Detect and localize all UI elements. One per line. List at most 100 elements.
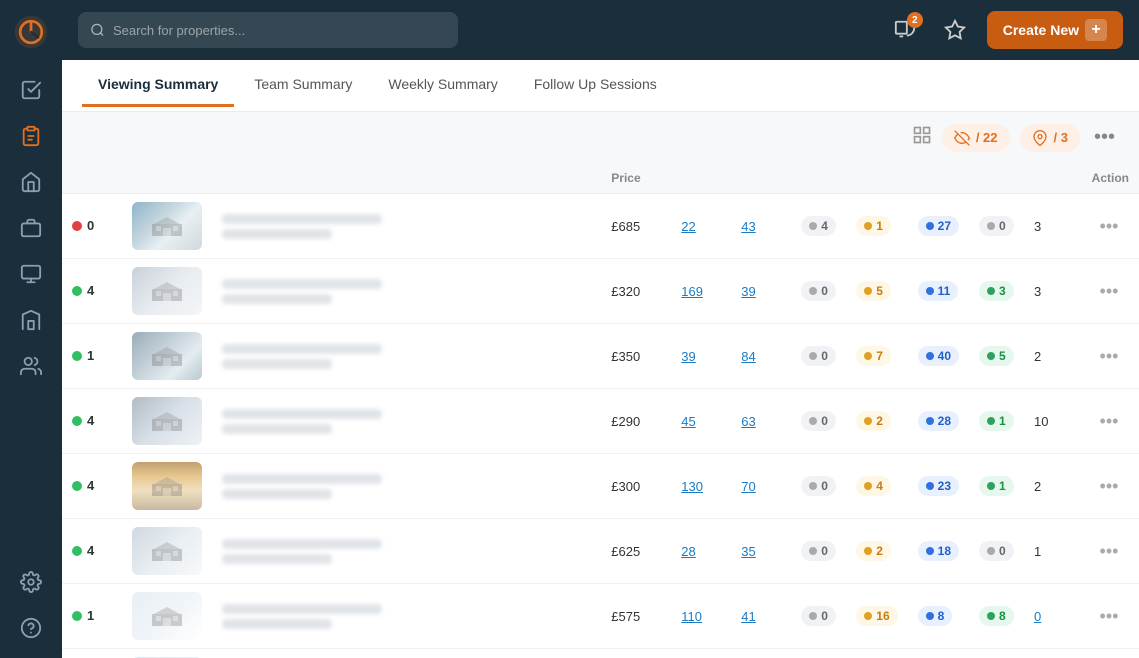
price-cell: £350: [601, 324, 671, 389]
property-image: [132, 332, 202, 380]
row-action-menu[interactable]: •••: [1089, 472, 1129, 501]
count-chip-1: 0: [801, 606, 836, 626]
table-row: 4 £32016939 0 5 11 3 3•••: [62, 259, 1139, 324]
count-chip-1: 0: [801, 541, 836, 561]
row-action-menu[interactable]: •••: [1089, 277, 1129, 306]
stat-n1[interactable]: 0: [1034, 609, 1041, 624]
property-address: [222, 344, 591, 369]
row-action-menu[interactable]: •••: [1089, 602, 1129, 631]
view-count-2[interactable]: 43: [741, 219, 755, 234]
chip-dot-3: [926, 547, 934, 555]
sidebar-item-home[interactable]: [11, 162, 51, 202]
create-plus-icon: +: [1085, 19, 1107, 41]
chip-dot-4: [987, 547, 995, 555]
sidebar-item-monitor[interactable]: [11, 254, 51, 294]
address-line-1: [222, 604, 382, 614]
view-count-2[interactable]: 84: [741, 349, 755, 364]
status-indicator: [72, 481, 82, 491]
sidebar-item-help[interactable]: [11, 608, 51, 648]
toolbar-more-button[interactable]: •••: [1090, 122, 1119, 153]
address-line-1: [222, 539, 382, 549]
sidebar-item-building[interactable]: [11, 300, 51, 340]
view-count-2[interactable]: 39: [741, 284, 755, 299]
view-count-2[interactable]: 63: [741, 414, 755, 429]
chip-dot-4: [987, 352, 995, 360]
view-count-1[interactable]: 169: [681, 284, 703, 299]
chip-dot-4: [987, 612, 995, 620]
view-count-1[interactable]: 22: [681, 219, 695, 234]
chip-dot-3: [926, 482, 934, 490]
search-input[interactable]: [113, 23, 446, 38]
price-cell: £450: [601, 649, 671, 658]
sidebar-item-briefcase[interactable]: [11, 208, 51, 248]
view-count-2[interactable]: 41: [741, 609, 755, 624]
price-cell: £300: [601, 454, 671, 519]
sidebar: [0, 0, 62, 658]
tab-team-summary[interactable]: Team Summary: [238, 64, 368, 107]
view-count-1[interactable]: 45: [681, 414, 695, 429]
create-new-button[interactable]: Create New +: [987, 11, 1123, 49]
layout-toggle-icon[interactable]: [912, 125, 932, 150]
address-line-1: [222, 279, 382, 289]
content-area: Viewing Summary Team Summary Weekly Summ…: [62, 60, 1139, 658]
chip-dot-4: [987, 222, 995, 230]
count-chip-4: 0: [979, 216, 1014, 236]
pin-filter-button[interactable]: / 3: [1020, 124, 1080, 152]
favorites-button[interactable]: [937, 12, 973, 48]
table-row: 1 £3503984 0 7 40 5 2•••: [62, 324, 1139, 389]
price-cell: £290: [601, 389, 671, 454]
table-toolbar: / 22 / 3 •••: [62, 112, 1139, 163]
sidebar-item-settings[interactable]: [11, 562, 51, 602]
status-indicator: [72, 286, 82, 296]
address-line-1: [222, 409, 382, 419]
status-count: 1: [87, 608, 94, 623]
eye-filter-button[interactable]: / 22: [942, 124, 1010, 152]
tab-weekly-summary[interactable]: Weekly Summary: [372, 64, 513, 107]
chip-dot-1: [809, 417, 817, 425]
row-action-menu[interactable]: •••: [1089, 212, 1129, 241]
header-icons: 2 Create New +: [887, 11, 1123, 49]
stat-n1: 2: [1034, 479, 1041, 494]
property-address: [222, 604, 591, 629]
stat-n1: 3: [1034, 219, 1041, 234]
search-box[interactable]: [78, 12, 458, 48]
status-indicator: [72, 221, 82, 231]
tab-viewing-summary[interactable]: Viewing Summary: [82, 64, 234, 107]
property-image: [132, 462, 202, 510]
count-chip-1: 0: [801, 476, 836, 496]
property-address: [222, 474, 591, 499]
status-dot: 4: [72, 478, 94, 493]
notifications-button[interactable]: 2: [887, 12, 923, 48]
row-action-menu[interactable]: •••: [1089, 407, 1129, 436]
view-count-1[interactable]: 110: [681, 609, 702, 624]
status-count: 4: [87, 413, 94, 428]
count-chip-4: 0: [979, 541, 1014, 561]
row-action-menu[interactable]: •••: [1089, 342, 1129, 371]
view-count-1[interactable]: 28: [681, 544, 695, 559]
count-chip-2: 7: [856, 346, 891, 366]
count-chip-4: 1: [979, 411, 1014, 431]
search-icon: [90, 22, 105, 38]
table-row: 4 £2904563 0 2 28 1 10•••: [62, 389, 1139, 454]
chip-dot-1: [809, 287, 817, 295]
status-count: 1: [87, 348, 94, 363]
row-action-menu[interactable]: •••: [1089, 537, 1129, 566]
view-count-2[interactable]: 35: [741, 544, 755, 559]
view-count-1[interactable]: 39: [681, 349, 695, 364]
tab-follow-up-sessions[interactable]: Follow Up Sessions: [518, 64, 673, 107]
status-count: 4: [87, 478, 94, 493]
chip-dot-1: [809, 612, 817, 620]
chip-dot-2: [864, 482, 872, 490]
status-indicator: [72, 611, 82, 621]
table-row: 4 £45032630 0 1 11 2 1•••: [62, 649, 1139, 658]
view-count-1[interactable]: 130: [681, 479, 703, 494]
address-line-2: [222, 619, 332, 629]
sidebar-item-clipboard-list[interactable]: [11, 116, 51, 156]
stat-n1: 10: [1034, 414, 1048, 429]
price-cell: £575: [601, 584, 671, 649]
sidebar-item-users[interactable]: [11, 346, 51, 386]
sidebar-item-clipboard-check[interactable]: [11, 70, 51, 110]
notification-badge: 2: [907, 12, 923, 28]
view-count-2[interactable]: 70: [741, 479, 755, 494]
count-chip-4: 1: [979, 476, 1014, 496]
